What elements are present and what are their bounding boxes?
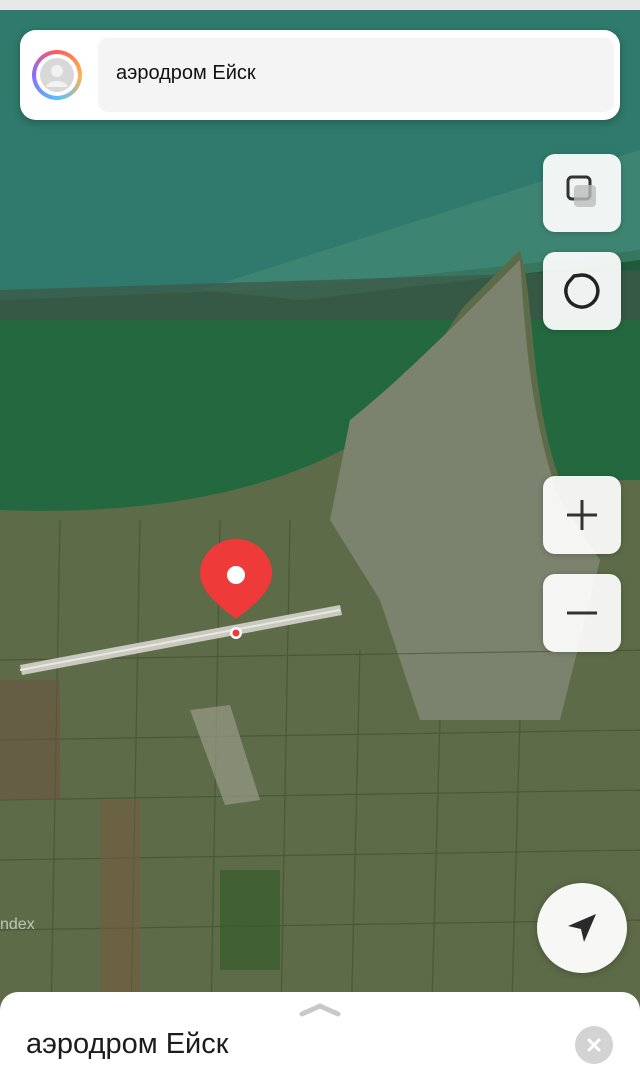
user-icon	[36, 54, 78, 96]
rotate-map-button[interactable]	[543, 252, 621, 330]
layers-button[interactable]	[543, 154, 621, 232]
zoom-out-button[interactable]	[543, 574, 621, 652]
navigation-arrow-icon	[568, 914, 596, 942]
search-query: аэродром Ейск	[116, 62, 256, 84]
zoom-in-button[interactable]	[543, 476, 621, 554]
close-icon	[587, 1038, 601, 1052]
status-bar	[0, 0, 640, 10]
avatar[interactable]	[32, 50, 82, 100]
location-pin-icon[interactable]	[196, 535, 276, 645]
place-title: аэродром Ейск	[26, 1028, 229, 1060]
bottom-sheet[interactable]: аэродром Ейск	[0, 992, 640, 1070]
map-watermark: ndex	[0, 916, 35, 933]
chevron-up-icon[interactable]	[298, 1000, 342, 1018]
rotate-icon	[564, 273, 600, 309]
search-input[interactable]: аэродром Ейск	[98, 38, 614, 112]
layers-icon	[566, 175, 596, 207]
plus-icon	[567, 500, 597, 530]
search-card: аэродром Ейск	[20, 30, 620, 120]
close-button[interactable]	[575, 1026, 613, 1064]
minus-icon	[567, 611, 597, 615]
my-location-button[interactable]	[537, 883, 627, 973]
